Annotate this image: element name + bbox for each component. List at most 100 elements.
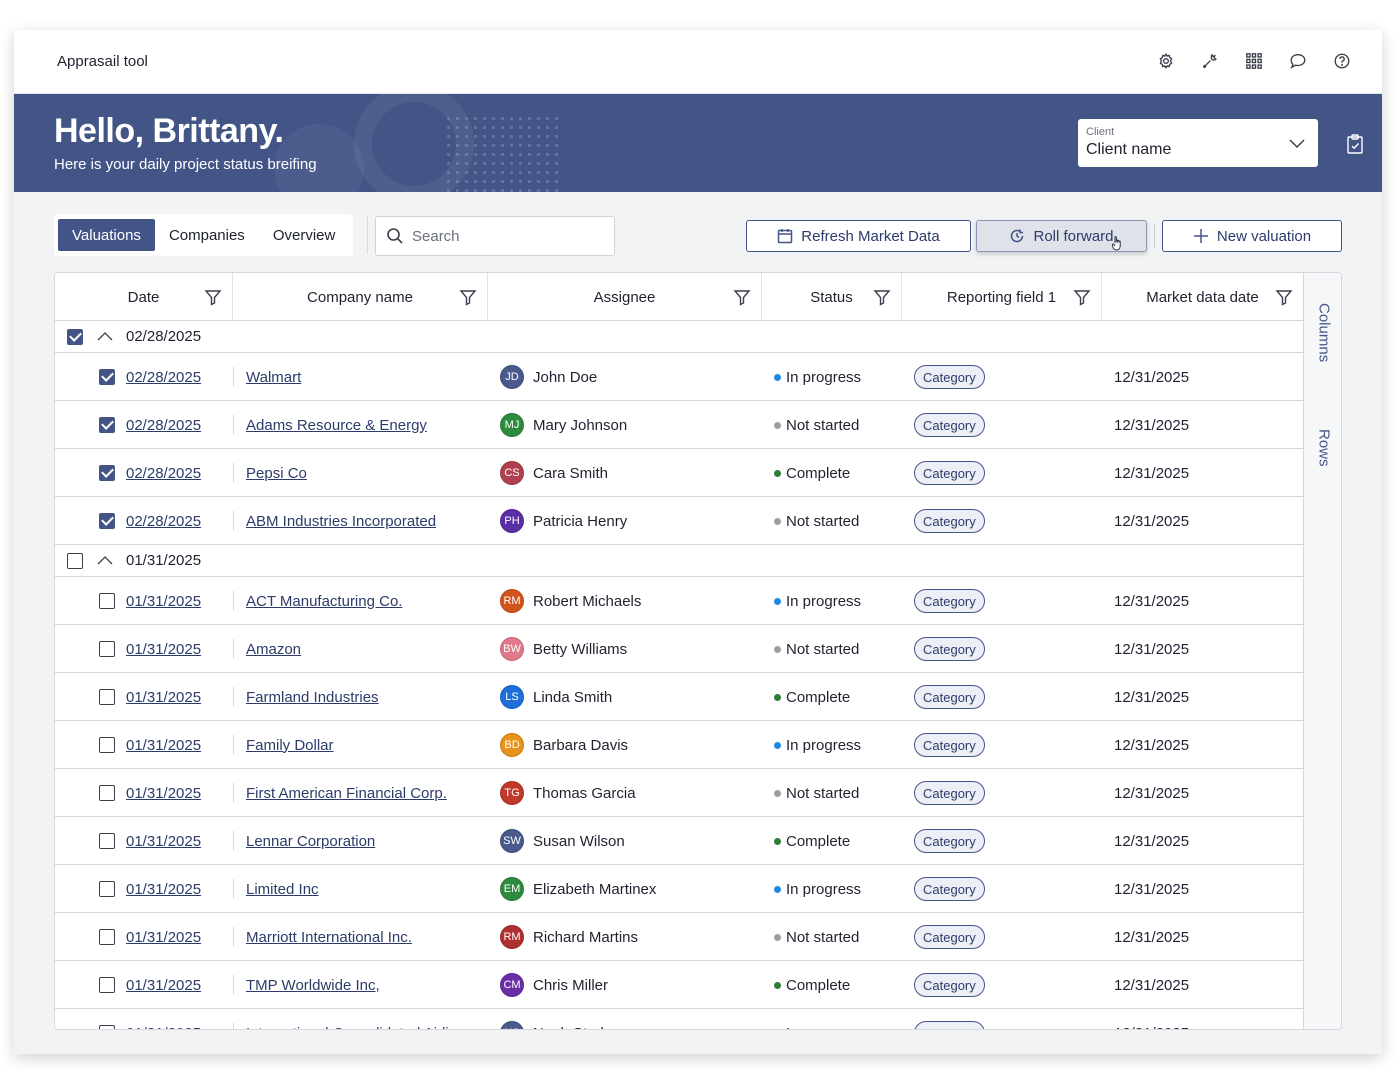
company-name-link[interactable]: First American Financial Corp. [246,785,447,802]
valuation-date-link[interactable]: 02/28/2025 [126,417,201,434]
filter-icon[interactable] [733,288,751,306]
filter-icon[interactable] [204,288,222,306]
rows-panel-tab[interactable]: Rows [1304,423,1341,473]
column-header-market-data-date[interactable]: Market data date [1102,273,1303,321]
row-checkbox[interactable] [99,737,115,753]
valuation-date-link[interactable]: 01/31/2025 [126,737,201,754]
assignee-name: Patricia Henry [533,512,628,530]
column-header-company[interactable]: Company name [233,273,488,321]
tab-overview[interactable]: Overview [259,219,350,251]
wrench-icon[interactable] [1200,51,1220,71]
market-data-date: 12/31/2025 [1114,880,1190,898]
valuation-date-link[interactable]: 01/31/2025 [126,689,201,706]
group-checkbox[interactable] [67,329,83,345]
valuation-date-link[interactable]: 02/28/2025 [126,369,201,386]
status-cell: Not started [774,497,859,545]
clipboard-check-icon[interactable] [1346,134,1364,154]
company-name-link[interactable]: ABM Industries Incorporated [246,513,436,530]
row-checkbox[interactable] [99,1025,115,1029]
assignee-name: Richard Martins [533,928,639,946]
row-checkbox[interactable] [99,689,115,705]
column-header-label: Reporting field 1 [946,288,1057,306]
filter-icon[interactable] [459,288,477,306]
row-checkbox[interactable] [99,513,115,529]
company-name-link[interactable]: ACT Manufacturing Co. [246,593,402,610]
company-name-link[interactable]: Amazon [246,641,301,658]
category-badge[interactable]: Category [914,877,985,901]
company-name-link[interactable]: Farmland Industries [246,689,379,706]
valuation-date-link[interactable]: 01/31/2025 [126,641,201,658]
new-valuation-button[interactable]: New valuation [1162,220,1342,252]
category-badge[interactable]: Category [914,509,985,533]
company-name-link[interactable]: Adams Resource & Energy [246,417,427,434]
row-checkbox[interactable] [99,977,115,993]
valuation-date-link[interactable]: 01/31/2025 [126,929,201,946]
valuation-date-link[interactable]: 01/31/2025 [126,593,201,610]
company-name-link[interactable]: Lennar Corporation [246,833,375,850]
cell-divider [233,1023,234,1029]
client-select[interactable]: Client Client name [1078,119,1318,167]
category-badge[interactable]: Category [914,637,985,661]
chevron-up-icon[interactable] [97,330,113,344]
category-badge[interactable]: Category [914,925,985,949]
row-checkbox[interactable] [99,641,115,657]
valuation-date-link[interactable]: 02/28/2025 [126,513,201,530]
column-header-reporting-field[interactable]: Reporting field 1 [902,273,1102,321]
valuation-date-link[interactable]: 01/31/2025 [126,833,201,850]
avatar: CS [500,461,524,485]
category-badge[interactable]: Category [914,1021,985,1029]
assignee-cell: BD Barbara Davis [500,721,628,769]
help-icon[interactable] [1332,51,1352,71]
company-name-link[interactable]: Walmart [246,369,301,386]
category-badge[interactable]: Category [914,589,985,613]
row-checkbox[interactable] [99,833,115,849]
row-checkbox[interactable] [99,465,115,481]
column-header-date[interactable]: Date [55,273,233,321]
category-badge[interactable]: Category [914,685,985,709]
row-checkbox[interactable] [99,929,115,945]
category-badge[interactable]: Category [914,365,985,389]
category-badge[interactable]: Category [914,733,985,757]
valuation-date-link[interactable]: 01/31/2025 [126,785,201,802]
company-name-link[interactable]: Pepsi Co [246,465,307,482]
filter-icon[interactable] [1073,288,1091,306]
search-input[interactable] [412,225,602,247]
tab-valuations[interactable]: Valuations [58,219,155,251]
company-name-link[interactable]: Limited Inc [246,881,319,898]
company-name-link[interactable]: TMP Worldwide Inc, [246,977,380,994]
column-header-label: Date [127,288,160,306]
market-data-date: 12/31/2025 [1114,640,1190,658]
status-dot [774,933,781,941]
columns-panel-tab[interactable]: Columns [1304,293,1341,373]
valuation-date-link[interactable]: 02/28/2025 [126,465,201,482]
row-checkbox[interactable] [99,593,115,609]
chevron-up-icon[interactable] [97,554,113,568]
row-checkbox[interactable] [99,881,115,897]
filter-icon[interactable] [1275,288,1293,306]
apps-grid-icon[interactable] [1244,51,1264,71]
market-data-date: 12/31/2025 [1114,976,1190,994]
company-name-link[interactable]: International Consolidated Airlines [246,1025,473,1030]
valuation-date-link[interactable]: 01/31/2025 [126,1025,201,1030]
row-checkbox[interactable] [99,785,115,801]
column-header-status[interactable]: Status [762,273,902,321]
company-name-link[interactable]: Family Dollar [246,737,334,754]
row-checkbox[interactable] [99,417,115,433]
valuation-date-link[interactable]: 01/31/2025 [126,881,201,898]
gear-icon[interactable] [1156,51,1176,71]
category-badge[interactable]: Category [914,461,985,485]
category-badge[interactable]: Category [914,413,985,437]
filter-icon[interactable] [873,288,891,306]
column-header-assignee[interactable]: Assignee [488,273,762,321]
category-badge[interactable]: Category [914,973,985,997]
tab-companies[interactable]: Companies [155,219,259,251]
refresh-market-data-button[interactable]: Refresh Market Data [746,220,971,252]
chat-icon[interactable] [1288,51,1308,71]
category-badge[interactable]: Category [914,781,985,805]
company-name-link[interactable]: Marriott International Inc. [246,929,412,946]
category-badge[interactable]: Category [914,829,985,853]
group-checkbox[interactable] [67,553,83,569]
assignee-cell: BW Betty Williams [500,625,627,673]
valuation-date-link[interactable]: 01/31/2025 [126,977,201,994]
row-checkbox[interactable] [99,369,115,385]
